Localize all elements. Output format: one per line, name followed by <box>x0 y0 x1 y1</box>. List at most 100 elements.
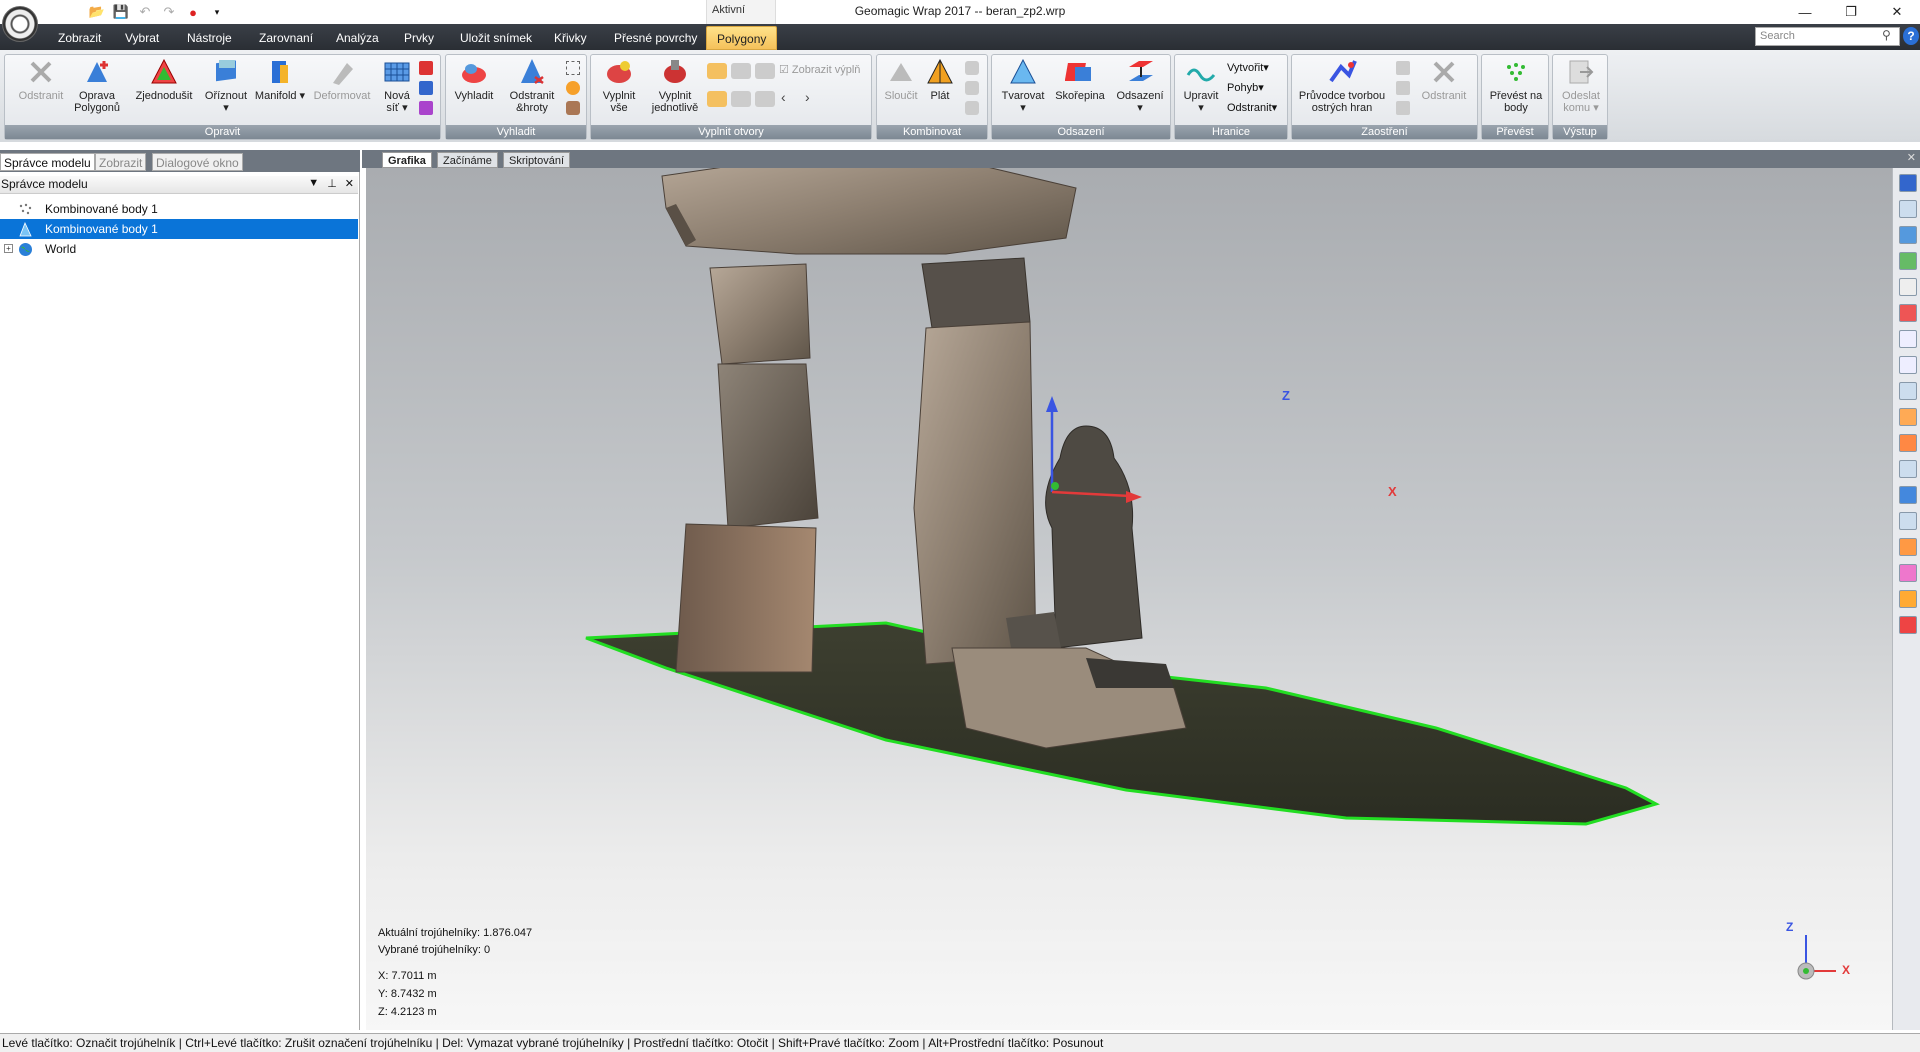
oriznout-button[interactable]: Oříznout ▾ <box>201 57 251 114</box>
minimize-button[interactable]: — <box>1782 0 1828 24</box>
small-tool-icon[interactable] <box>566 101 580 115</box>
small-tool-icon[interactable] <box>419 101 433 115</box>
tab-prvky[interactable]: Prvky <box>400 28 438 48</box>
search-input[interactable]: Search <box>1755 27 1900 46</box>
chevron-down-icon[interactable]: ▼ <box>308 177 319 190</box>
close-icon[interactable]: ✕ <box>345 177 354 190</box>
view-tool-icon[interactable] <box>1899 616 1917 634</box>
view-tool-icon[interactable] <box>1899 512 1917 530</box>
odstranit-zaostreni-button[interactable]: Odstranit <box>1416 57 1472 102</box>
view-tool-icon[interactable] <box>1899 590 1917 608</box>
odstranit-hroty-button[interactable]: Odstranit &hroty <box>502 57 562 114</box>
tab-polygony[interactable]: Polygony <box>706 26 778 50</box>
restore-button[interactable]: ❐ <box>1828 0 1874 24</box>
close-icon[interactable]: ✕ <box>1907 151 1916 164</box>
view-tool-icon[interactable] <box>1899 486 1917 504</box>
fill-mode-icon[interactable] <box>731 91 751 107</box>
expand-icon[interactable]: + <box>4 244 13 253</box>
tree-item-mesh-selected[interactable]: Kombinované body 1 <box>0 219 358 239</box>
view-tool-icon[interactable] <box>1899 330 1917 348</box>
zjednodusit-button[interactable]: Zjednodušit <box>131 57 197 102</box>
fill-mode-icon[interactable] <box>755 63 775 79</box>
triangle-stats: Aktuální trojúhelníky: 1.876.047 Vybrané… <box>378 925 532 959</box>
tab-nastroje[interactable]: Nástroje <box>183 28 236 48</box>
view-tool-icon[interactable] <box>1899 434 1917 452</box>
group-zaostreni: Průvodce tvorbou ostrých hran Odstranit Z… <box>1291 54 1478 140</box>
tab-krivky[interactable]: Křivky <box>550 28 591 48</box>
tab-grafika[interactable]: Grafika <box>382 152 432 168</box>
close-button[interactable]: ✕ <box>1874 0 1920 24</box>
tab-skriptovani[interactable]: Skriptování <box>503 152 571 168</box>
small-tool-icon[interactable] <box>566 81 580 95</box>
pin-icon[interactable]: ⊥ <box>327 177 337 190</box>
small-tool-icon[interactable] <box>965 61 979 75</box>
vyplnit-vse-button[interactable]: Vyplnit vše <box>597 57 641 114</box>
next-arrow-icon[interactable]: › <box>805 89 810 105</box>
view-tool-icon[interactable] <box>1899 304 1917 322</box>
tab-zarovnani[interactable]: Zarovnaní <box>255 28 317 48</box>
app-logo-button[interactable] <box>2 6 38 42</box>
skorepina-button[interactable]: Skořepina <box>1052 57 1108 102</box>
nova-sit-button[interactable]: Nová síť ▾ <box>377 57 417 114</box>
3d-viewport[interactable]: Z X Z X <box>366 168 1892 1030</box>
tab-ulozit-snimek[interactable]: Uložit snímek <box>456 28 536 48</box>
view-tool-icon[interactable] <box>1899 252 1917 270</box>
vytvorit-menu[interactable]: Vytvořit▾ <box>1227 61 1269 74</box>
previous-arrow-icon[interactable]: ‹ <box>781 89 786 105</box>
prevest-na-body-button[interactable]: Převést na body <box>1486 57 1546 114</box>
small-tool-icon[interactable] <box>1396 61 1410 75</box>
tab-analyza[interactable]: Analýza <box>332 28 383 48</box>
view-tool-icon[interactable] <box>1899 226 1917 244</box>
odstranit-button[interactable]: Odstranit <box>11 57 71 102</box>
view-tool-icon[interactable] <box>1899 356 1917 374</box>
zoom-icon[interactable] <box>1899 278 1917 296</box>
tree-item-point-cloud[interactable]: Kombinované body 1 <box>0 199 358 219</box>
view-tool-icon[interactable] <box>1899 408 1917 426</box>
tree-item-world[interactable]: + World <box>0 239 358 259</box>
tab-spravce-modelu[interactable]: Správce modelu <box>0 153 95 171</box>
search-icon[interactable]: ⚲ <box>1882 28 1891 42</box>
tab-zaciname[interactable]: Začínáme <box>437 152 498 168</box>
view-tool-icon[interactable] <box>1899 382 1917 400</box>
orientation-triad[interactable] <box>1766 923 1846 993</box>
upravit-button[interactable]: Upravit ▾ <box>1179 57 1223 114</box>
tab-zobrazit[interactable]: Zobrazit <box>54 28 105 48</box>
fill-mode-icon[interactable] <box>755 91 775 107</box>
small-tool-icon[interactable] <box>1396 101 1410 115</box>
odeslat-komu-button[interactable]: Odeslat komu ▾ <box>1555 57 1607 114</box>
odsazeni-button[interactable]: Odsazení ▾ <box>1112 57 1168 114</box>
help-icon[interactable]: ? <box>1903 27 1919 45</box>
tab-vybrat[interactable]: Vybrat <box>121 28 163 48</box>
view-tool-icon[interactable] <box>1899 538 1917 556</box>
vyplnit-jednotlive-button[interactable]: Vyplnit jednotlivě <box>645 57 705 114</box>
cursor-coordinates: X: 7.7011 m Y: 8.7432 m Z: 4.2123 m <box>378 967 437 1021</box>
small-tool-icon[interactable] <box>566 61 580 75</box>
pruvodce-ostrych-hran-button[interactable]: Průvodce tvorbou ostrých hran <box>1296 57 1388 114</box>
manifold-button[interactable]: Manifold ▾ <box>253 57 307 102</box>
tvarovat-button[interactable]: Tvarovat ▾ <box>998 57 1048 114</box>
tab-presne-povrchy[interactable]: Přesné povrchy <box>610 28 701 48</box>
zobrazit-vyplne-checkbox[interactable]: ☑ Zobrazit výplň <box>779 63 860 76</box>
view-tool-icon[interactable] <box>1899 460 1917 478</box>
tab-dialogove-okno[interactable]: Dialogové okno <box>152 153 243 171</box>
fill-mode-icon[interactable] <box>707 63 727 79</box>
deformovat-button[interactable]: Deformovat <box>309 57 375 102</box>
scan-model[interactable] <box>366 168 1892 1030</box>
small-tool-icon[interactable] <box>965 101 979 115</box>
fill-mode-icon[interactable] <box>731 63 751 79</box>
sloucit-button[interactable]: Sloučit <box>881 57 921 102</box>
small-tool-icon[interactable] <box>1396 81 1410 95</box>
small-tool-icon[interactable] <box>419 81 433 95</box>
view-tool-icon[interactable] <box>1899 200 1917 218</box>
small-tool-icon[interactable] <box>965 81 979 95</box>
view-tool-icon[interactable] <box>1899 174 1917 192</box>
pohyb-menu[interactable]: Pohyb▾ <box>1227 81 1264 94</box>
oprava-polygonu-button[interactable]: Oprava Polygonů <box>67 57 127 114</box>
plat-button[interactable]: Plát <box>923 57 957 102</box>
odstranit-hranice-menu[interactable]: Odstranit▾ <box>1227 101 1277 114</box>
tab-zobrazit-panel[interactable]: Zobrazit <box>95 153 147 171</box>
small-tool-icon[interactable] <box>419 61 433 75</box>
view-tool-icon[interactable] <box>1899 564 1917 582</box>
vyhladit-button[interactable]: Vyhladit <box>452 57 496 102</box>
fill-mode-icon[interactable] <box>707 91 727 107</box>
